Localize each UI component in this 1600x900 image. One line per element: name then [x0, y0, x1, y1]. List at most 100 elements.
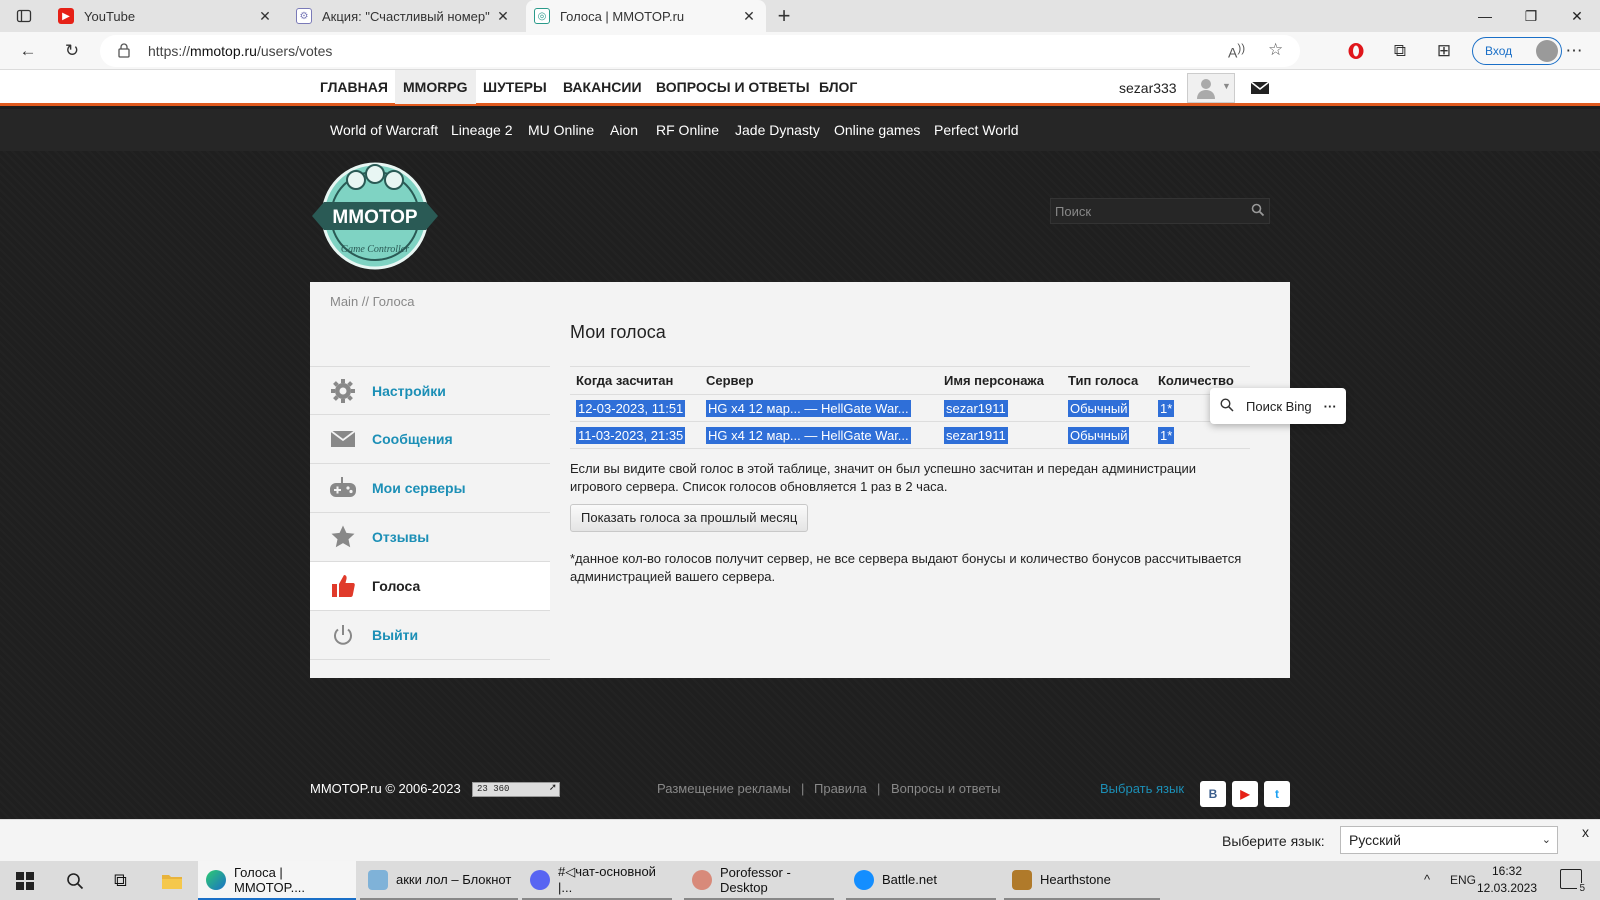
game-link-aion[interactable]: Aion [610, 109, 638, 151]
browser-tab-mmotop[interactable]: ◎ Голоса | MMOTOP.ru ✕ [526, 0, 766, 32]
read-aloud-icon[interactable]: A)) [1228, 42, 1245, 61]
nav-shooters[interactable]: ШУТЕРЫ [483, 70, 547, 104]
footer-link-qa[interactable]: Вопросы и ответы [891, 781, 1000, 796]
taskbar-app-discord[interactable]: #⁠◁чат-основной |... [522, 861, 672, 900]
nav-vacancies[interactable]: ВАКАНСИИ [563, 70, 642, 104]
logo-subtitle: Game Controller [341, 244, 409, 255]
table-cell: sezar1911 [938, 394, 1062, 422]
nav-home[interactable]: ГЛАВНАЯ [320, 70, 388, 104]
taskbar-app-battlenet[interactable]: Battle.net [846, 861, 996, 900]
refresh-icon[interactable]: ↻ [58, 38, 86, 64]
taskbar-app-porofessor[interactable]: Porofessor - Desktop [684, 861, 834, 900]
collections-icon[interactable]: ⊞ [1430, 38, 1458, 64]
sidebar-item-reviews[interactable]: Отзывы [310, 513, 550, 562]
show-hidden-icons-icon[interactable]: ^ [1424, 872, 1430, 887]
sidebar-item-label: Выйти [372, 627, 419, 643]
taskbar-app-label: #⁠◁чат-основной |... [558, 864, 656, 895]
footer-link-rules[interactable]: Правила [814, 781, 867, 796]
server-link[interactable]: HG x4 12 мар... — HellGate War... [706, 426, 911, 444]
vote-date: 12-03-2023, 11:51 [576, 399, 686, 417]
browser-tab-youtube[interactable]: ▶ YouTube ✕ [50, 0, 282, 32]
minimize-icon[interactable]: — [1462, 0, 1508, 32]
sidebar-item-settings[interactable]: Настройки [310, 366, 550, 415]
sidebar-item-messages[interactable]: Сообщения [310, 415, 550, 464]
search-icon [1220, 397, 1234, 415]
sidebar-item-votes[interactable]: Голоса [310, 562, 550, 611]
taskbar-app-hearthstone[interactable]: Hearthstone [1004, 861, 1160, 900]
profile-login-button[interactable]: Вход [1472, 37, 1562, 65]
url-host: mmotop.ru [190, 43, 257, 59]
breadcrumb[interactable]: Main // Голоса [330, 294, 414, 309]
windows-taskbar: ⧉ Голоса | MMOTOP.... акки лол – Блокнот… [0, 861, 1600, 900]
login-label: Вход [1485, 44, 1513, 58]
nav-mmorpg[interactable]: MMORPG [395, 70, 476, 104]
search-input[interactable] [1055, 201, 1245, 221]
content-panel: Main // Голоса Настройки Сообщения Мои с… [310, 282, 1290, 678]
page-title: Мои голоса [570, 322, 666, 342]
notifications-icon[interactable]: 5 [1560, 869, 1587, 894]
file-explorer-icon[interactable] [154, 861, 194, 900]
game-link-lineage2[interactable]: Lineage 2 [451, 109, 513, 151]
search-taskbar-icon[interactable] [58, 861, 98, 900]
vk-label: В [1208, 787, 1218, 801]
mmotop-logo[interactable]: MMOTOP Game Controller [310, 160, 440, 272]
taskbar-app-notepad[interactable]: акки лол – Блокнот [360, 861, 518, 900]
mail-icon[interactable] [1250, 80, 1270, 96]
site-search [1050, 198, 1270, 224]
server-link[interactable]: HG x4 12 мар... — HellGate War... [706, 399, 911, 417]
lock-icon[interactable] [118, 43, 130, 61]
clock-date: 12.03.2023 [1476, 881, 1538, 895]
extensions-icon[interactable]: ⧉ [1386, 38, 1414, 64]
visitor-counter[interactable]: 23 360 ➚ [472, 782, 560, 797]
language-select[interactable]: Русский ⌄ [1340, 826, 1558, 854]
footer-link-ads[interactable]: Размещение рекламы [657, 781, 791, 796]
envelope-icon [328, 424, 358, 454]
game-link-wow[interactable]: World of Warcraft [330, 109, 438, 151]
sidebar-item-my-servers[interactable]: Мои серверы [310, 464, 550, 513]
sidebar-item-label: Настройки [372, 382, 446, 399]
favorite-star-icon[interactable]: ☆ [1268, 40, 1283, 60]
power-icon [328, 620, 358, 650]
choose-language-link[interactable]: Выбрать язык [1100, 781, 1184, 796]
bing-search-label: Поиск Bing [1246, 398, 1312, 414]
restore-icon[interactable]: ❐ [1508, 0, 1554, 32]
sidebar-item-logout[interactable]: Выйти [310, 611, 550, 660]
game-link-perfect-world[interactable]: Perfect World [934, 109, 1019, 151]
taskbar-app-label: Hearthstone [1040, 872, 1111, 887]
more-options-icon[interactable]: ··· [1324, 399, 1337, 414]
start-button[interactable] [10, 861, 50, 900]
game-link-rf-online[interactable]: RF Online [656, 109, 719, 151]
user-avatar-dropdown[interactable]: ▼ [1187, 73, 1235, 103]
bing-search-popup[interactable]: Поиск Bing ··· [1210, 388, 1346, 424]
nav-blog[interactable]: БЛОГ [819, 70, 857, 104]
close-window-icon[interactable]: ✕ [1554, 0, 1600, 32]
votes-footnote: *данное кол-во голосов получит сервер, н… [570, 551, 1242, 584]
edge-icon [206, 869, 226, 890]
close-tab-icon[interactable]: ✕ [740, 8, 758, 25]
new-tab-icon[interactable]: + [770, 3, 798, 29]
opera-icon[interactable] [1342, 38, 1370, 64]
hearthstone-icon [1012, 869, 1032, 890]
nav-qa[interactable]: ВОПРОСЫ И ОТВЕТЫ [656, 70, 810, 104]
youtube-icon[interactable]: ▶ [1232, 781, 1258, 807]
twitter-icon[interactable]: t [1264, 781, 1290, 807]
browser-tab-promo[interactable]: ⚙ Акция: "Счастливый номер" 1 t ✕ [288, 0, 520, 32]
vk-icon[interactable]: В [1200, 781, 1226, 807]
more-menu-icon[interactable]: ⋯ [1560, 38, 1588, 64]
close-language-bar-button[interactable]: x [1582, 824, 1589, 840]
game-link-mu-online[interactable]: MU Online [528, 109, 594, 151]
username[interactable]: sezar333 [1119, 70, 1177, 106]
taskbar-app-edge[interactable]: Голоса | MMOTOP.... [198, 861, 356, 900]
tab-actions-icon[interactable] [10, 3, 38, 29]
task-view-icon[interactable]: ⧉ [106, 861, 146, 900]
search-icon[interactable] [1251, 203, 1265, 220]
close-tab-icon[interactable]: ✕ [256, 8, 274, 25]
thumbs-up-icon [328, 571, 358, 601]
system-clock[interactable]: 16:32 12.03.2023 [1472, 863, 1542, 897]
show-last-month-button[interactable]: Показать голоса за прошлый месяц [570, 504, 809, 532]
game-link-jade-dynasty[interactable]: Jade Dynasty [735, 109, 820, 151]
back-icon[interactable]: ← [14, 38, 42, 64]
close-tab-icon[interactable]: ✕ [494, 8, 512, 25]
address-bar[interactable]: https://mmotop.ru/users/votes A)) ☆ [100, 35, 1300, 67]
game-link-online-games[interactable]: Online games [834, 109, 920, 151]
